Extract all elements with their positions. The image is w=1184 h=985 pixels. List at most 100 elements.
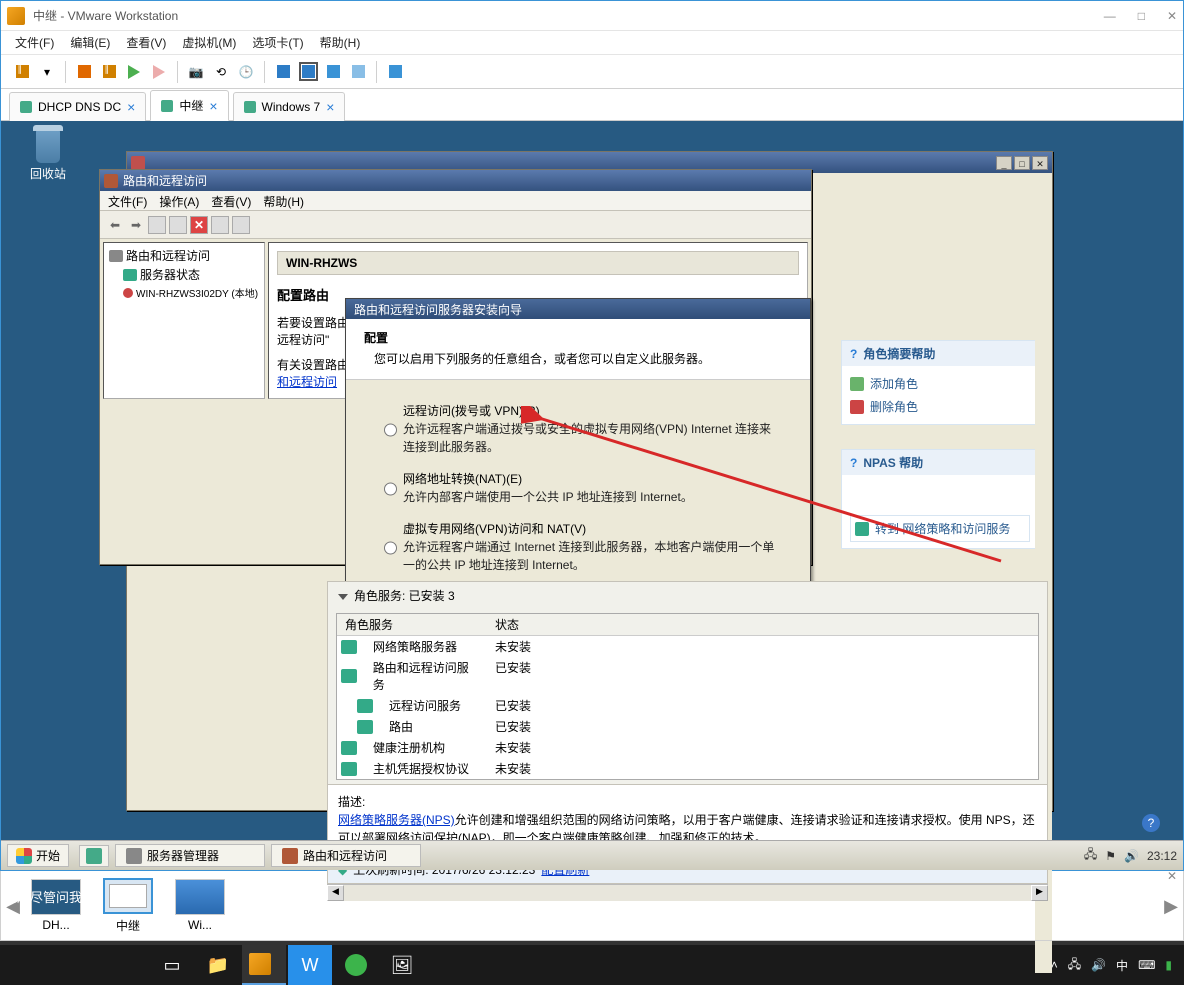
stop-button[interactable]: [73, 61, 95, 83]
remove-role-link[interactable]: 删除角色: [850, 395, 1030, 418]
sidebar-npas-help: ?NPAS 帮助 转到 网络策略和访问服务: [841, 449, 1039, 549]
tray-network-icon[interactable]: 🖧: [1084, 845, 1097, 866]
refresh-button[interactable]: [211, 216, 229, 234]
menu-file[interactable]: 文件(F): [108, 193, 147, 208]
sm-minimize-button[interactable]: _: [996, 156, 1012, 170]
view-d-button[interactable]: [347, 61, 369, 83]
back-button[interactable]: ⬅: [106, 218, 124, 232]
tray-time[interactable]: 23:12: [1147, 849, 1177, 863]
opt-remote-access[interactable]: 远程访问(拨号或 VPN)(R)允许远程客户端通过拨号或安全的虚拟专用网络(VP…: [384, 402, 782, 456]
tab-win7[interactable]: Windows 7 ×: [233, 92, 346, 121]
menu-view[interactable]: 查看(V): [126, 34, 166, 51]
opt-vpn-nat[interactable]: 虚拟专用网络(VPN)访问和 NAT(V)允许远程客户端通过 Internet …: [384, 520, 782, 574]
thumb-relay[interactable]: 中继: [103, 878, 153, 934]
table-row[interactable]: 网络策略服务器未安装: [337, 636, 1038, 657]
suspend-button[interactable]: [11, 61, 33, 83]
desc-label: 描述:: [338, 795, 365, 809]
view-c-button[interactable]: [322, 61, 344, 83]
tab-close-icon[interactable]: ×: [326, 99, 334, 115]
tray-ime-icon[interactable]: ⌨: [1138, 958, 1155, 972]
tab-dhcp[interactable]: DHCP DNS DC×: [9, 92, 146, 121]
view-b-button[interactable]: [297, 61, 319, 83]
next-thumb-button[interactable]: ▶: [1163, 878, 1179, 934]
view-a-button[interactable]: [272, 61, 294, 83]
menu-file[interactable]: 文件(F): [15, 34, 54, 51]
taskview-button[interactable]: ▭: [150, 945, 194, 985]
thumb-win7[interactable]: Wi...: [175, 879, 225, 932]
role-services-header[interactable]: 角色服务: 已安装 3: [328, 582, 1047, 609]
snapshot-button[interactable]: 📷: [185, 61, 207, 83]
360-taskbtn[interactable]: [334, 945, 378, 985]
menu-vm[interactable]: 虚拟机(M): [182, 34, 236, 51]
sm-maximize-button[interactable]: □: [1014, 156, 1030, 170]
tree-status[interactable]: 服务器状态: [107, 265, 261, 284]
menu-edit[interactable]: 编辑(E): [70, 34, 110, 51]
task-servermgr[interactable]: 服务器管理器: [115, 844, 265, 867]
vmware-taskbtn[interactable]: [242, 945, 286, 985]
fwd-button[interactable]: ➡: [127, 218, 145, 232]
menu-help[interactable]: 帮助(H): [263, 193, 304, 208]
tab-label: Windows 7: [262, 100, 321, 114]
host-maximize-button[interactable]: □: [1138, 9, 1145, 23]
sidebar-role-help: ?角色摘要帮助 添加角色 删除角色: [841, 340, 1039, 425]
nps-link[interactable]: 网络策略服务器(NPS): [338, 813, 455, 827]
th-role[interactable]: 角色服务: [337, 614, 487, 635]
explorer-button[interactable]: 📁: [196, 945, 240, 985]
tray-net-icon[interactable]: 🖧: [1068, 955, 1081, 976]
host-close-button[interactable]: ✕: [1167, 9, 1177, 23]
table-row[interactable]: 远程访问服务已安装: [337, 695, 1038, 716]
table-row[interactable]: 路由已安装: [337, 716, 1038, 737]
host-title-text: 中继 - VMware Workstation: [33, 7, 1104, 24]
table-row[interactable]: 健康注册机构未安装: [337, 737, 1038, 758]
sm-close-button[interactable]: ✕: [1032, 156, 1048, 170]
fullscreen-button[interactable]: [384, 61, 406, 83]
menu-action[interactable]: 操作(A): [159, 193, 199, 208]
task-rras[interactable]: 路由和远程访问: [271, 844, 421, 867]
delete-button[interactable]: ✕: [190, 216, 208, 234]
opt-nat[interactable]: 网络地址转换(NAT)(E)允许内部客户端使用一个公共 IP 地址连接到 Int…: [384, 470, 782, 506]
tree-server[interactable]: WIN-RHZWS3I02DY (本地): [107, 284, 261, 301]
table-row[interactable]: 路由和远程访问服务已安装: [337, 657, 1038, 695]
cortana-text: 问题尽管问我。: [4, 887, 95, 906]
tray-battery-icon[interactable]: ▮: [1165, 958, 1172, 972]
help-button[interactable]: [232, 216, 250, 234]
role-icon: [341, 669, 357, 683]
tray-flag-icon[interactable]: ⚑: [1105, 849, 1116, 863]
revert-button[interactable]: ⟲: [210, 61, 232, 83]
tray-lang-icon[interactable]: 中: [1116, 957, 1128, 974]
recycle-bin[interactable]: 回收站: [23, 127, 73, 182]
table-row[interactable]: 主机凭据授权协议未安装: [337, 758, 1038, 779]
menu-tabs[interactable]: 选项卡(T): [252, 34, 303, 51]
rras-link[interactable]: 和远程访问: [277, 375, 337, 389]
menu-help[interactable]: 帮助(H): [320, 34, 361, 51]
tree-root[interactable]: 路由和远程访问: [107, 246, 261, 265]
windows-logo-icon: [16, 848, 32, 864]
wps-taskbtn[interactable]: W: [288, 945, 332, 985]
app-taskbtn[interactable]: 🖼: [380, 945, 424, 985]
resume-dropdown[interactable]: ▾: [36, 61, 58, 83]
tab-relay[interactable]: 中继×: [150, 90, 228, 121]
play-button[interactable]: [123, 61, 145, 83]
rras-titlebar[interactable]: 路由和远程访问: [100, 170, 811, 191]
help-icon[interactable]: ?: [1142, 814, 1160, 832]
rras-toolbar: ⬅ ➡ ✕: [100, 211, 811, 239]
quick-launch[interactable]: [79, 845, 109, 867]
goto-npas-link[interactable]: 转到 网络策略和访问服务: [850, 515, 1030, 542]
menu-view[interactable]: 查看(V): [211, 193, 251, 208]
tab-close-icon[interactable]: ×: [209, 98, 217, 114]
tab-close-icon[interactable]: ×: [127, 99, 135, 115]
th-status[interactable]: 状态: [487, 614, 567, 635]
host-minimize-button[interactable]: —: [1104, 9, 1116, 23]
tray-sound-icon[interactable]: 🔊: [1091, 958, 1106, 972]
props-button[interactable]: [169, 216, 187, 234]
start-button[interactable]: 开始: [7, 844, 69, 867]
close-thumbbar-button[interactable]: ✕: [1165, 869, 1179, 883]
tray-sound-icon[interactable]: 🔊: [1124, 849, 1139, 863]
add-role-link[interactable]: 添加角色: [850, 372, 1030, 395]
vm-icon: [20, 101, 32, 113]
wizard-title[interactable]: 路由和远程访问服务器安装向导: [346, 299, 810, 319]
manage-snap-button[interactable]: 🕒: [235, 61, 257, 83]
server-mgr-icon: [131, 156, 145, 170]
pause-button[interactable]: [98, 61, 120, 83]
up-button[interactable]: [148, 216, 166, 234]
